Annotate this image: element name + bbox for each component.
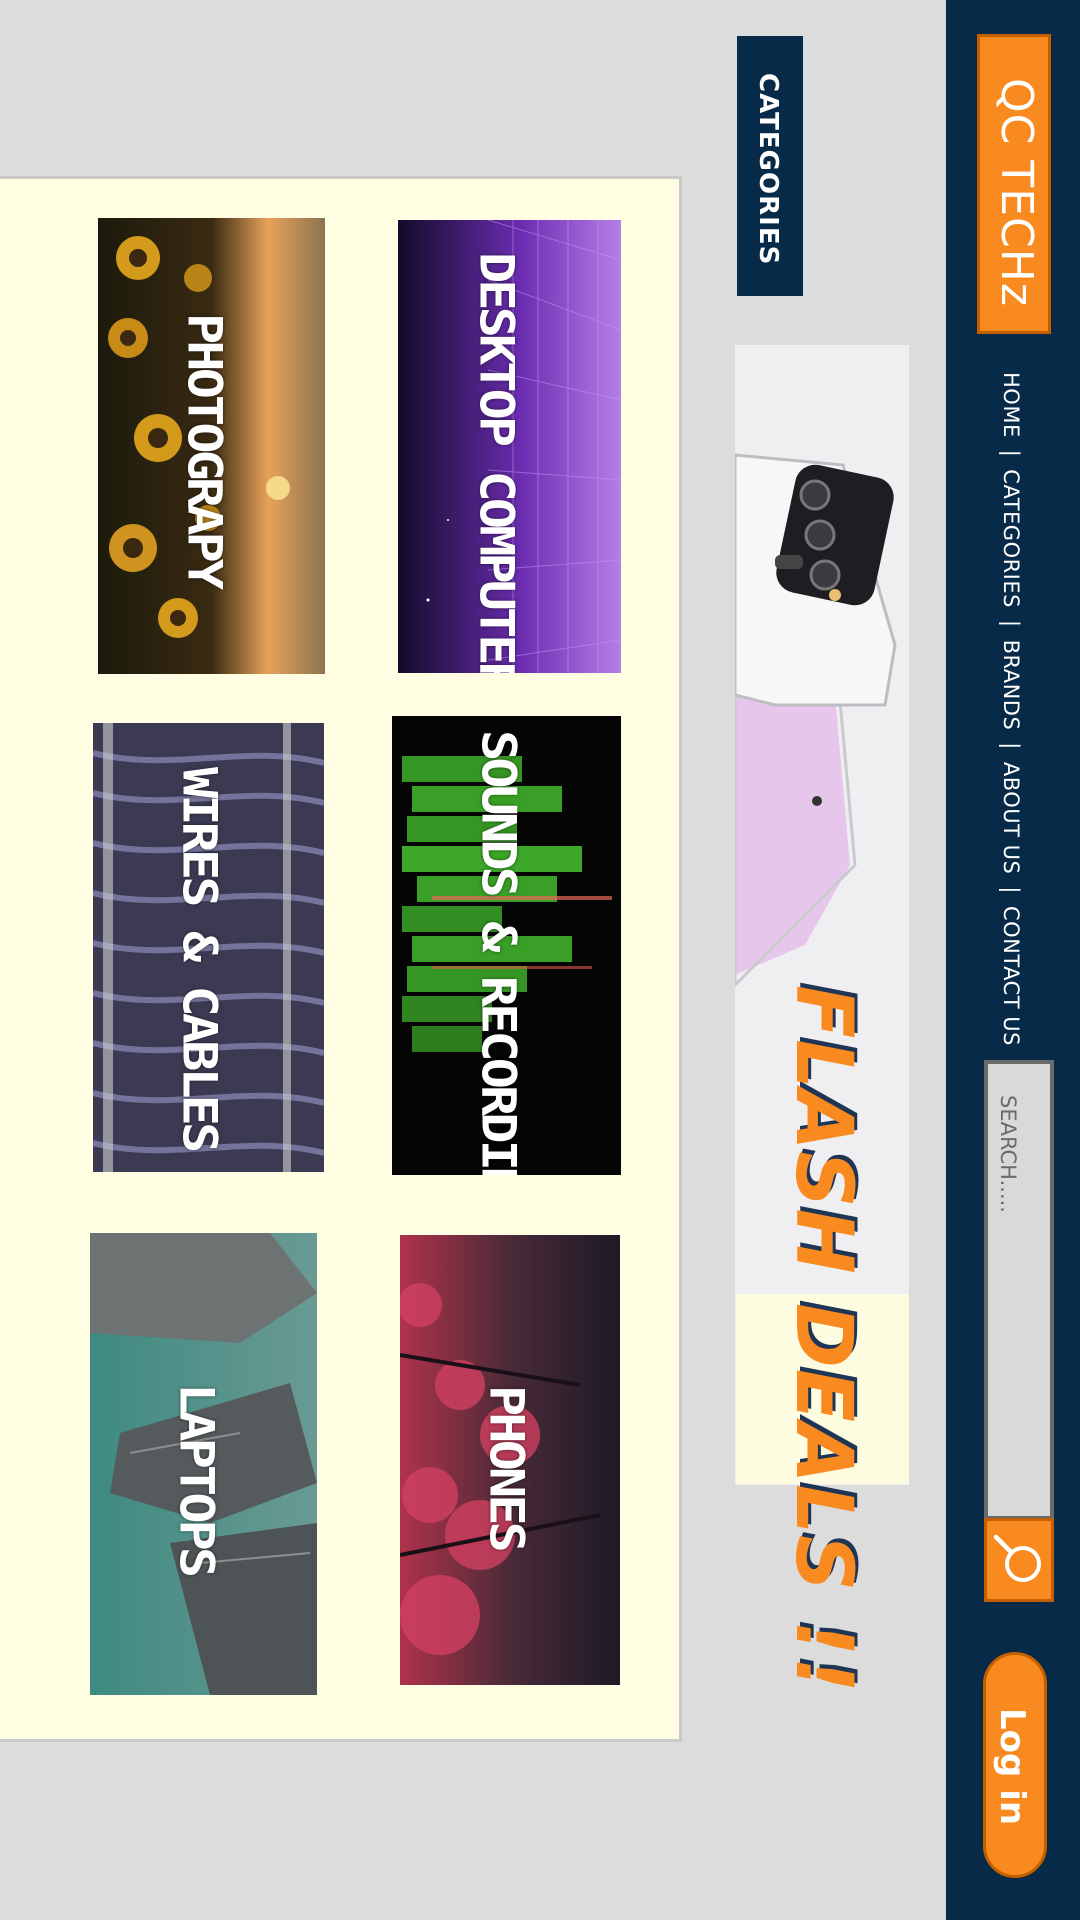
nav-separator: | (999, 886, 1023, 894)
nav-link-about-us[interactable]: ABOUT US (999, 762, 1023, 875)
nav-separator: | (999, 742, 1023, 750)
category-label: PHONES (479, 1385, 533, 1549)
category-tile-desktop-computer[interactable]: DESKTOP COMPUTER (398, 220, 621, 673)
category-tile-wires-cables[interactable]: WIRES & CABLES (93, 723, 324, 1172)
search-button[interactable] (984, 1518, 1054, 1602)
nav-separator: | (999, 449, 1023, 458)
brand-logo-text: QC TECHz (991, 78, 1042, 307)
login-button-label: Log in (992, 1708, 1032, 1826)
nav-link-home[interactable]: HOME (999, 372, 1023, 438)
nav-separator: | (999, 619, 1023, 628)
categories-heading: CATEGORIES (753, 73, 783, 266)
category-label: LAPTOPS (169, 1383, 223, 1575)
category-tile-sounds-recording[interactable]: SOUNDS & RECORDING (392, 716, 621, 1175)
nav-link-contact-us[interactable]: CONTACT US (999, 906, 1023, 1046)
category-tile-phones[interactable]: PHONES (400, 1235, 620, 1685)
category-tile-laptops[interactable]: LAPTOPS (90, 1233, 317, 1695)
nav-links: HOME | CATEGORIES | BRANDS | ABOUT US | … (999, 372, 1023, 1046)
category-label: SOUNDS & RECORDING (471, 730, 525, 1175)
flash-deals-text: FLASH DEALS !! (778, 985, 868, 1694)
category-label: DESKTOP COMPUTER (469, 252, 523, 673)
nav-link-brands[interactable]: BRANDS (999, 640, 1023, 731)
category-label: PHOTOGRAPY (177, 313, 231, 587)
nav-link-categories[interactable]: CATEGORIES (999, 469, 1023, 608)
category-tile-photograpy[interactable]: PHOTOGRAPY (98, 218, 325, 674)
search-icon (993, 1534, 1041, 1582)
search-placeholder: SEARCH..... (996, 1095, 1020, 1213)
category-label: WIRES & CABLES (172, 767, 226, 1150)
